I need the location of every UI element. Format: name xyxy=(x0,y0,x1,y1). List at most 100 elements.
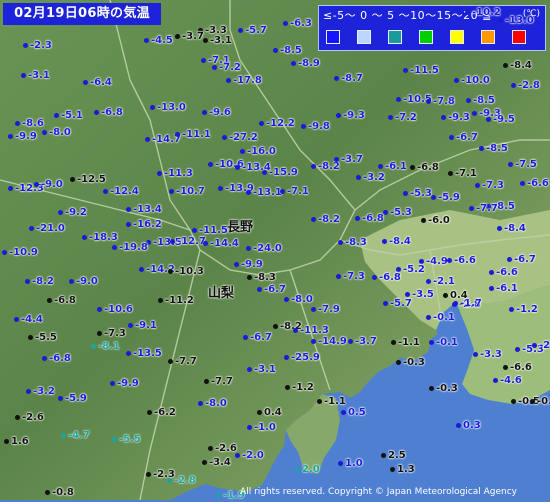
station-marker xyxy=(112,245,117,250)
station-temperature: -0.1 xyxy=(433,312,455,323)
station-marker xyxy=(262,170,267,175)
station-marker xyxy=(503,63,508,68)
station-temperature: -6.8 xyxy=(49,353,71,364)
station-marker xyxy=(498,18,503,23)
station-marker xyxy=(372,275,377,280)
station-marker xyxy=(511,83,516,88)
station-temperature: -8.7 xyxy=(341,73,363,84)
station-temperature: -7.8 xyxy=(433,96,455,107)
station-marker xyxy=(126,222,131,227)
station-marker xyxy=(383,301,388,306)
station-temperature: -4.6 xyxy=(500,375,522,386)
station-marker xyxy=(97,331,102,336)
station-temperature: -8.0 xyxy=(49,127,71,138)
station-marker xyxy=(388,115,393,120)
station-marker xyxy=(240,149,245,154)
station-temperature: -6.7 xyxy=(264,284,286,295)
station-marker xyxy=(168,269,173,274)
temperature-legend: ≤-5〜 0 〜 5 〜10〜15〜20 ≦ (℃) xyxy=(318,5,546,51)
station-temperature: -1.1 xyxy=(324,396,346,407)
station-temperature: -15.9 xyxy=(269,167,298,178)
station-marker xyxy=(447,258,452,263)
station-marker xyxy=(293,328,298,333)
station-marker xyxy=(429,386,434,391)
station-temperature: -8.9 xyxy=(298,58,320,69)
station-temperature: -11.3 xyxy=(164,168,193,179)
station-marker xyxy=(449,135,454,140)
station-marker xyxy=(54,113,59,118)
station-marker xyxy=(338,240,343,245)
station-temperature: -0.1 xyxy=(436,337,458,348)
station-marker xyxy=(285,385,290,390)
station-temperature: -3.5 xyxy=(412,289,434,300)
station-marker xyxy=(348,339,353,344)
station-marker xyxy=(28,335,33,340)
station-temperature: -1.0 xyxy=(254,422,276,433)
station-temperature: 0.5 xyxy=(348,407,366,418)
legend-swatch-10-15 xyxy=(450,30,464,44)
station-temperature: -12.5 xyxy=(77,174,106,185)
station-marker xyxy=(238,28,243,33)
station-temperature: -16.2 xyxy=(133,219,162,230)
station-marker xyxy=(403,191,408,196)
station-marker xyxy=(15,121,20,126)
station-marker xyxy=(382,239,387,244)
station-temperature: -0.8 xyxy=(537,396,550,407)
station-temperature: 1.0 xyxy=(345,458,363,469)
station-marker xyxy=(157,171,162,176)
station-temperature: -6.7 xyxy=(456,132,478,143)
station-temperature: -10.6 xyxy=(104,304,133,315)
station-temperature: -19.8 xyxy=(119,242,148,253)
station-marker xyxy=(8,134,13,139)
copyright-notice: All rights reserved. Copyright © Japan M… xyxy=(240,487,517,497)
station-marker xyxy=(443,293,448,298)
legend-swatch-ge20 xyxy=(512,30,526,44)
station-marker xyxy=(235,165,240,170)
station-marker xyxy=(273,324,278,329)
station-temperature: -9.0 xyxy=(41,179,63,190)
pref-label-nagano: 長野 xyxy=(227,220,254,235)
station-temperature: -2.6 xyxy=(539,340,550,351)
station-temperature: -7.7 xyxy=(211,376,233,387)
station-marker xyxy=(216,493,221,498)
station-temperature: -13.1 xyxy=(253,187,282,198)
station-marker xyxy=(58,396,63,401)
station-marker xyxy=(126,351,131,356)
station-temperature: -8.4 xyxy=(389,236,411,247)
station-temperature: 2.0 xyxy=(302,464,320,475)
station-temperature: -9.0 xyxy=(76,276,98,287)
station-marker xyxy=(259,121,264,126)
station-temperature: -8.4 xyxy=(504,223,526,234)
station-temperature: -6.6 xyxy=(527,178,549,189)
station-marker xyxy=(47,298,52,303)
station-marker xyxy=(83,80,88,85)
station-temperature: -7.2 xyxy=(219,62,241,73)
station-marker xyxy=(147,410,152,415)
station-temperature: -7.2 xyxy=(395,112,417,123)
station-marker xyxy=(94,110,99,115)
station-marker xyxy=(273,48,278,53)
station-marker xyxy=(247,425,252,430)
station-marker xyxy=(493,378,498,383)
station-marker xyxy=(284,355,289,360)
station-marker xyxy=(110,381,115,386)
station-marker xyxy=(235,453,240,458)
station-marker xyxy=(169,189,174,194)
station-temperature: -7.1 xyxy=(455,168,477,179)
station-temperature: -6.1 xyxy=(496,283,518,294)
station-temperature: -0.3 xyxy=(436,383,458,394)
station-temperature: -10.2 xyxy=(472,7,501,18)
station-marker xyxy=(405,292,410,297)
station-marker xyxy=(8,186,13,191)
station-temperature: -8.3 xyxy=(345,237,367,248)
station-marker xyxy=(509,307,514,312)
station-temperature: -2.1 xyxy=(433,276,455,287)
station-marker xyxy=(489,286,494,291)
station-marker xyxy=(212,65,217,70)
station-temperature: -8.2 xyxy=(318,214,340,225)
station-marker xyxy=(429,340,434,345)
station-temperature: -1.2 xyxy=(292,382,314,393)
station-temperature: -11.5 xyxy=(410,65,439,76)
station-temperature: -3.1 xyxy=(28,70,50,81)
station-temperature: -5.3 xyxy=(410,188,432,199)
